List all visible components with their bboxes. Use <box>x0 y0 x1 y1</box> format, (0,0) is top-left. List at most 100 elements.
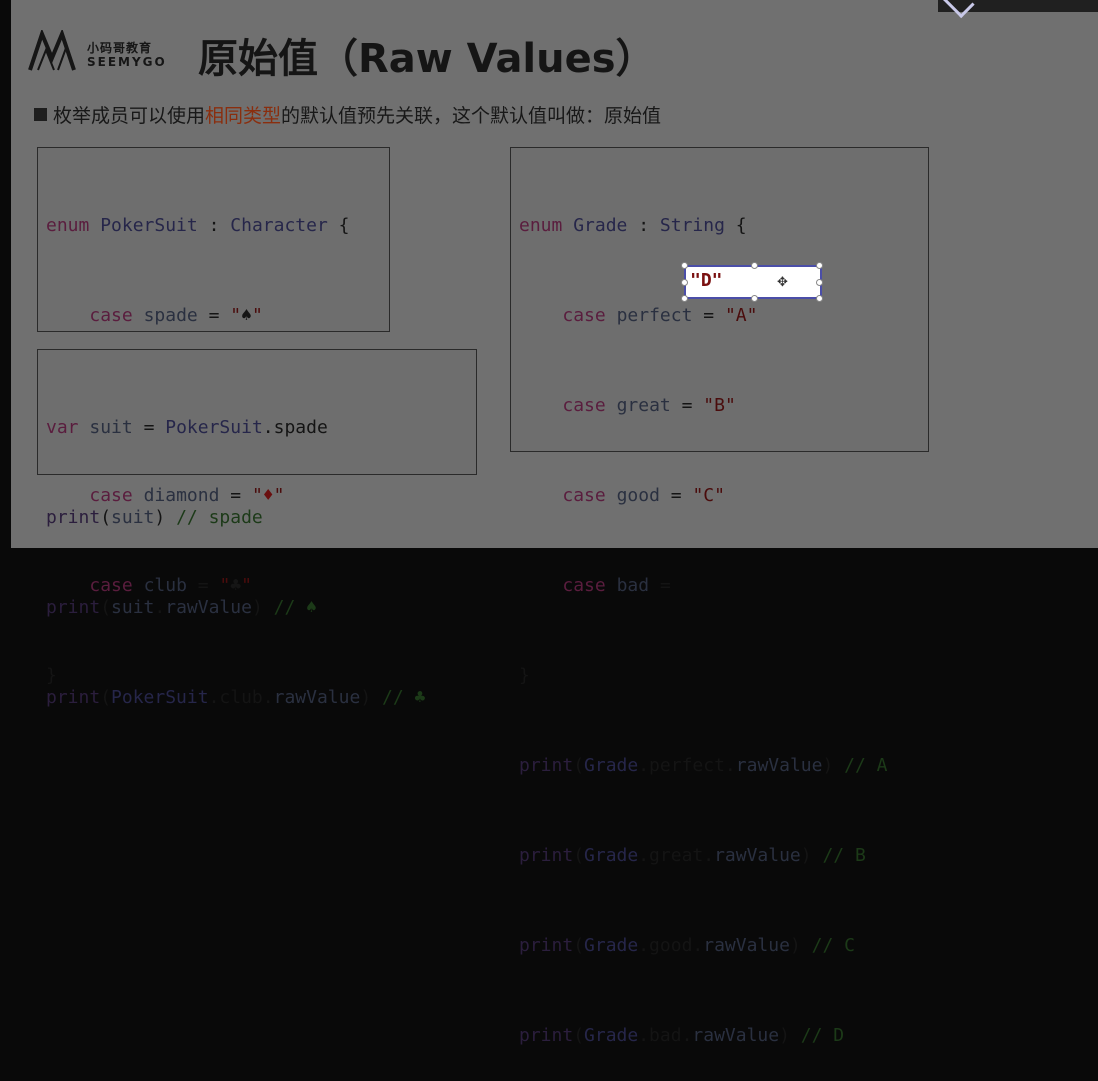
code-brace: } <box>519 665 530 686</box>
code-string: "B" <box>703 395 736 416</box>
code-function: print <box>519 1025 574 1046</box>
code-type: String <box>659 215 725 236</box>
code-property: rawValue <box>703 935 790 956</box>
code-type: Grade <box>584 845 639 866</box>
code-block-suit-usage: var suit = PokerSuit.spade print(suit) /… <box>37 349 477 708</box>
code-keyword: case <box>562 305 606 326</box>
code-line: enum PokerSuit : Character { <box>46 211 381 241</box>
resize-handle-top-middle[interactable] <box>751 262 758 269</box>
code-punct: ( <box>573 1025 585 1046</box>
code-function: print <box>519 935 574 956</box>
code-type-name: PokerSuit <box>100 215 198 236</box>
code-punct: ) <box>251 597 263 618</box>
code-comment: // ♣ <box>382 687 426 708</box>
code-variable: suit <box>111 507 155 528</box>
code-case-name: good <box>616 485 660 506</box>
resize-handle-bottom-right[interactable] <box>816 295 823 302</box>
code-line: print(suit) // spade <box>46 503 468 533</box>
resize-handle-top-left[interactable] <box>681 262 688 269</box>
resize-handle-bottom-middle[interactable] <box>751 295 758 302</box>
code-punct: ) <box>822 755 834 776</box>
code-property: rawValue <box>714 845 801 866</box>
code-line: case good = "C" <box>519 481 920 511</box>
code-line: print(Grade.great.rawValue) // B <box>519 841 920 871</box>
text-box-value[interactable]: "D" <box>690 270 723 291</box>
code-property: rawValue <box>165 597 252 618</box>
code-punct: = <box>703 305 715 326</box>
code-punct: ) <box>789 935 801 956</box>
code-brace: { <box>338 215 350 236</box>
code-line: print(suit.rawValue) // ♠ <box>46 593 468 623</box>
code-comment: // C <box>811 935 855 956</box>
code-comment: // A <box>844 755 888 776</box>
code-property: rawValue <box>692 1025 780 1046</box>
move-cursor-icon[interactable]: ✥ <box>777 275 788 290</box>
code-property: rawValue <box>273 687 361 708</box>
code-keyword: case <box>562 395 606 416</box>
code-punct: ) <box>779 1025 790 1046</box>
code-type: Character <box>230 215 328 236</box>
code-punct: ( <box>573 935 585 956</box>
code-punct: = <box>670 485 682 506</box>
code-function: print <box>519 845 574 866</box>
code-function: print <box>46 507 101 528</box>
bullet-highlight: 相同类型 <box>205 105 282 127</box>
code-line: enum Grade : String { <box>519 211 920 241</box>
code-quote: " <box>251 305 263 326</box>
code-case-name: bad <box>616 575 650 596</box>
code-line: print(Grade.bad.rawValue) // D <box>519 1021 920 1051</box>
code-case-name: great <box>616 395 671 416</box>
code-line: print(Grade.perfect.rawValue) // A <box>519 751 920 781</box>
resize-handle-middle-right[interactable] <box>816 279 823 286</box>
code-member: .spade <box>262 417 328 438</box>
code-keyword: enum <box>46 215 90 236</box>
code-member: .bad. <box>638 1025 693 1046</box>
code-line: } <box>519 661 920 691</box>
code-punct: = <box>143 417 155 438</box>
code-type: Grade <box>584 1025 639 1046</box>
selected-text-box[interactable]: "D" ✥ <box>681 262 823 302</box>
resize-handle-middle-left[interactable] <box>681 279 688 286</box>
code-punct: ) <box>360 687 372 708</box>
bullet-point: 枚举成员可以使用相同类型的默认值预先关联，这个默认值叫做：原始值 <box>34 101 661 128</box>
code-punct: = <box>208 305 220 326</box>
code-type-name: Grade <box>573 215 628 236</box>
bullet-square-icon <box>34 108 47 121</box>
code-case-name: spade <box>143 305 198 326</box>
code-member: .perfect. <box>638 755 736 776</box>
code-punct: ( <box>573 845 585 866</box>
code-line: print(PokerSuit.club.rawValue) // ♣ <box>46 683 468 713</box>
code-string: "C" <box>692 485 725 506</box>
code-keyword: case <box>562 575 606 596</box>
code-variable: suit <box>89 417 133 438</box>
code-punct: ) <box>154 507 166 528</box>
code-punct: ( <box>100 687 112 708</box>
brand-logo: 小码哥教育 SEEMYGO <box>28 30 178 74</box>
code-type: Grade <box>584 935 639 956</box>
code-keyword: case <box>89 305 133 326</box>
code-variable: suit <box>111 597 155 618</box>
code-keyword: case <box>562 485 606 506</box>
code-member: .club. <box>208 687 274 708</box>
code-block-pokersuit: enum PokerSuit : Character { case spade … <box>37 147 390 686</box>
code-punct: . <box>154 597 166 618</box>
code-function: print <box>519 755 574 776</box>
code-brace: { <box>735 215 747 236</box>
code-type: Grade <box>584 755 639 776</box>
resize-handle-top-right[interactable] <box>816 262 823 269</box>
code-line: case great = "B" <box>519 391 920 421</box>
code-property: rawValue <box>735 755 823 776</box>
code-comment: // B <box>822 845 866 866</box>
code-comment: // ♠ <box>273 597 317 618</box>
code-punct: : <box>208 215 220 236</box>
code-punct: ( <box>100 507 112 528</box>
code-punct: ( <box>573 755 585 776</box>
logo-english-text: SEEMYGO <box>87 55 167 69</box>
code-line: var suit = PokerSuit.spade <box>46 413 468 443</box>
logo-chinese-text: 小码哥教育 <box>87 41 153 55</box>
resize-handle-bottom-left[interactable] <box>681 295 688 302</box>
code-punct: = <box>681 395 693 416</box>
code-punct: = <box>659 575 671 596</box>
code-case-name: perfect <box>616 305 693 326</box>
code-keyword: enum <box>519 215 563 236</box>
